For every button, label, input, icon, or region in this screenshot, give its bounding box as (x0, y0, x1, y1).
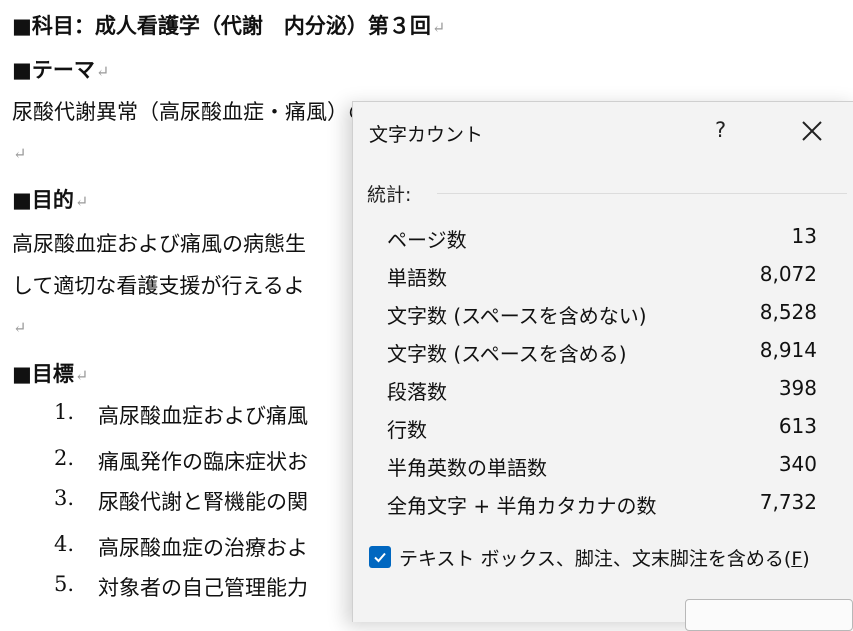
stat-value: 398 (778, 376, 817, 400)
list-text: 高尿酸血症の治療およ (98, 536, 308, 560)
stat-row-halfwidth-words: 半角英数の単語数 340 (387, 452, 817, 486)
list-number: 2. (54, 446, 75, 470)
doc-line-text: ■科目：成人看護学（代謝 内分泌）第３回 (12, 13, 431, 38)
include-textboxes-label[interactable]: テキスト ボックス、脚注、文末脚注を含める(F) (399, 544, 810, 571)
stat-row-paragraphs: 段落数 398 (387, 376, 817, 410)
paragraph-mark-icon: ↵ (74, 192, 89, 211)
list-text: 対象者の自己管理能力 (98, 576, 308, 600)
doc-line-text: ■テーマ (12, 57, 95, 82)
stat-row-chars-with-spaces: 文字数 (スペースを含める) 8,914 (387, 338, 817, 372)
list-number: 3. (54, 486, 75, 510)
doc-line-text: 高尿酸血症および痛風の病態生 (12, 232, 306, 256)
list-text: 尿酸代謝と腎機能の関 (98, 490, 308, 514)
list-text: 痛風発作の臨床症状お (98, 450, 308, 474)
help-button[interactable]: ? (715, 118, 726, 142)
stat-label: 段落数 (387, 380, 447, 404)
stat-value: 8,528 (759, 300, 817, 324)
doc-line-text: して適切な看護支援が行えるよ (12, 274, 305, 298)
stat-label: 文字数 (スペースを含める) (387, 342, 627, 366)
divider (437, 193, 847, 194)
stat-value: 340 (778, 452, 817, 476)
checkmark-icon (374, 552, 386, 563)
stat-label: 全角文字 + 半角カタカナの数 (387, 494, 657, 518)
stat-row-pages: ページ数 13 (387, 224, 817, 258)
checkbox-label-text: テキスト ボックス、脚注、文末脚注を含める( (399, 547, 792, 570)
doc-line-text: ■目的 (12, 187, 74, 212)
list-number: 4. (54, 532, 75, 556)
stat-label: 文字数 (スペースを含めない) (387, 304, 647, 328)
doc-line-empty[interactable]: ↵ (12, 314, 26, 338)
stat-value: 8,914 (759, 338, 817, 362)
doc-line-text: ■目標 (12, 361, 74, 386)
stat-label: ページ数 (387, 228, 467, 252)
word-count-dialog: 文字カウント ? 統計: ページ数 13 単語数 8,072 文字数 (スペース… (352, 101, 853, 631)
stat-row-lines: 行数 613 (387, 414, 817, 448)
stat-value: 13 (791, 224, 817, 248)
paragraph-mark-icon: ↵ (95, 62, 110, 81)
doc-line-purpose-heading[interactable]: ■目的↵ (12, 184, 88, 214)
stat-value: 7,732 (759, 490, 817, 514)
stat-row-fullwidth-chars: 全角文字 + 半角カタカナの数 7,732 (387, 490, 817, 524)
accelerator-key: F (791, 547, 803, 570)
list-number: 1. (54, 400, 75, 424)
paragraph-mark-icon: ↵ (74, 366, 89, 385)
include-textboxes-checkbox[interactable] (369, 546, 391, 568)
doc-line-theme-heading[interactable]: ■テーマ↵ (12, 54, 109, 84)
close-dialog-button[interactable] (685, 599, 853, 631)
close-icon (802, 121, 822, 141)
stat-label: 行数 (387, 418, 427, 442)
close-button[interactable] (799, 118, 825, 144)
stat-label: 単語数 (387, 266, 447, 290)
include-textboxes-footnotes-row[interactable]: テキスト ボックス、脚注、文末脚注を含める(F) (369, 540, 810, 574)
doc-line-purpose-1[interactable]: 高尿酸血症および痛風の病態生 (12, 228, 306, 258)
stat-row-chars-no-spaces: 文字数 (スペースを含めない) 8,528 (387, 300, 817, 334)
checkbox-label-end: ) (802, 547, 810, 570)
stat-value: 613 (778, 414, 817, 438)
list-text: 高尿酸血症および痛風 (98, 404, 308, 428)
paragraph-mark-icon: ↵ (13, 144, 27, 163)
paragraph-mark-icon: ↵ (13, 318, 27, 337)
doc-line-subject[interactable]: ■科目：成人看護学（代謝 内分泌）第３回↵ (12, 10, 445, 40)
doc-line-empty[interactable]: ↵ (12, 140, 26, 164)
paragraph-mark-icon: ↵ (431, 18, 446, 37)
stat-label: 半角英数の単語数 (387, 456, 547, 480)
doc-line-goals-heading[interactable]: ■目標↵ (12, 358, 88, 388)
stat-value: 8,072 (759, 262, 817, 286)
doc-line-purpose-2[interactable]: して適切な看護支援が行えるよ (12, 270, 305, 300)
list-number: 5. (54, 572, 75, 596)
statistics-label: 統計: (367, 184, 412, 206)
stat-row-words: 単語数 8,072 (387, 262, 817, 296)
dialog-title: 文字カウント (369, 124, 484, 146)
